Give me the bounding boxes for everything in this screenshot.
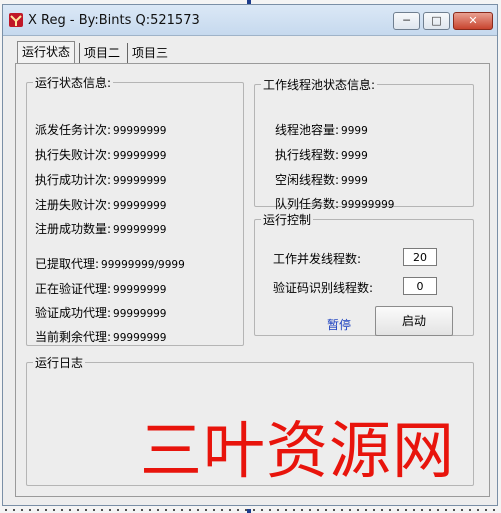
resize-handle-bottom[interactable] bbox=[247, 509, 251, 513]
proxy-value: 99999999 bbox=[113, 284, 167, 296]
watermark-text: 三叶资源网 bbox=[140, 414, 456, 487]
stat-value: 99999999 bbox=[113, 150, 167, 162]
start-button[interactable]: 启动 bbox=[375, 306, 453, 336]
captcha-threads-input[interactable] bbox=[403, 277, 437, 295]
stat-label: 执行失败计次: bbox=[35, 148, 112, 162]
stat-row: 执行成功计次: 99999999 bbox=[35, 171, 167, 188]
stat-label: 注册失败计次: bbox=[35, 198, 112, 212]
stat-label: 派发任务计次: bbox=[35, 123, 112, 137]
pool-value: 9999 bbox=[341, 125, 368, 137]
concurrency-input[interactable] bbox=[403, 248, 437, 266]
proxy-label: 当前剩余代理: bbox=[35, 330, 112, 344]
pool-row: 线程池容量: 9999 bbox=[275, 121, 368, 138]
status-group-title: 运行状态信息: bbox=[35, 76, 112, 90]
window-title: X Reg - By:Bints Q:521573 bbox=[28, 13, 200, 28]
proxy-value: 99999999 bbox=[113, 332, 167, 344]
pool-label: 线程池容量: bbox=[275, 123, 340, 137]
tab-run-status[interactable]: 运行状态 bbox=[17, 41, 76, 65]
pool-value: 99999999 bbox=[341, 199, 395, 211]
minimize-button[interactable]: ─ bbox=[393, 12, 420, 30]
stat-value: 99999999 bbox=[113, 224, 167, 236]
stat-value: 99999999 bbox=[113, 200, 167, 212]
stat-label: 注册成功数量: bbox=[35, 222, 112, 236]
proxy-value: 99999999 bbox=[113, 308, 167, 320]
control-group: 运行控制 工作并发线程数: 验证码识别线程数: 暂停 启动 bbox=[254, 211, 474, 336]
tab-project-two[interactable]: 项目二 bbox=[79, 43, 125, 65]
status-group: 运行状态信息: 派发任务计次: 99999999 执行失败计次: 99999999 … bbox=[26, 74, 244, 346]
close-button[interactable]: ✕ bbox=[453, 12, 493, 30]
log-group-title: 运行日志 bbox=[35, 356, 84, 370]
tab-project-three[interactable]: 项目三 bbox=[127, 43, 173, 65]
pool-group-title: 工作线程池状态信息: bbox=[263, 78, 376, 92]
pool-label: 队列任务数: bbox=[275, 197, 340, 211]
maximize-icon: □ bbox=[431, 14, 442, 27]
proxy-label: 正在验证代理: bbox=[35, 282, 112, 296]
pool-value: 9999 bbox=[341, 175, 368, 187]
stat-value: 99999999 bbox=[113, 125, 167, 137]
proxy-label: 验证成功代理: bbox=[35, 306, 112, 320]
pool-label: 执行线程数: bbox=[275, 148, 340, 162]
app-icon bbox=[9, 13, 23, 27]
title-bar[interactable]: X Reg - By:Bints Q:521573 ─ □ ✕ bbox=[3, 5, 497, 36]
proxy-row: 验证成功代理: 99999999 bbox=[35, 304, 167, 321]
proxy-row: 已提取代理: 99999999/9999 bbox=[35, 255, 185, 272]
pool-value: 9999 bbox=[341, 150, 368, 162]
pool-label: 空闲线程数: bbox=[275, 173, 340, 187]
pool-row: 空闲线程数: 9999 bbox=[275, 171, 368, 188]
pool-group: 工作线程池状态信息: 线程池容量: 9999 执行线程数: 9999 空闲线程数: 9… bbox=[254, 76, 474, 211]
pause-button[interactable]: 暂停 bbox=[327, 316, 351, 333]
pool-row: 队列任务数: 99999999 bbox=[275, 195, 395, 212]
stat-label: 执行成功计次: bbox=[35, 173, 112, 187]
close-icon: ✕ bbox=[468, 14, 478, 27]
proxy-value: 99999999/9999 bbox=[101, 259, 185, 271]
stat-row: 执行失败计次: 99999999 bbox=[35, 146, 167, 163]
maximize-button[interactable]: □ bbox=[423, 12, 450, 30]
control-group-title: 运行控制 bbox=[263, 213, 312, 227]
stat-row: 注册失败计次: 99999999 bbox=[35, 196, 167, 213]
pool-row: 执行线程数: 9999 bbox=[275, 146, 368, 163]
stat-row: 注册成功数量: 99999999 bbox=[35, 220, 167, 237]
proxy-row: 当前剩余代理: 99999999 bbox=[35, 328, 167, 345]
captcha-threads-label: 验证码识别线程数: bbox=[273, 281, 374, 295]
stat-value: 99999999 bbox=[113, 175, 167, 187]
stat-row: 派发任务计次: 99999999 bbox=[35, 121, 167, 138]
proxy-row: 正在验证代理: 99999999 bbox=[35, 280, 167, 297]
minimize-icon: ─ bbox=[403, 14, 410, 27]
proxy-label: 已提取代理: bbox=[35, 257, 100, 271]
concurrency-label: 工作并发线程数: bbox=[273, 252, 362, 266]
